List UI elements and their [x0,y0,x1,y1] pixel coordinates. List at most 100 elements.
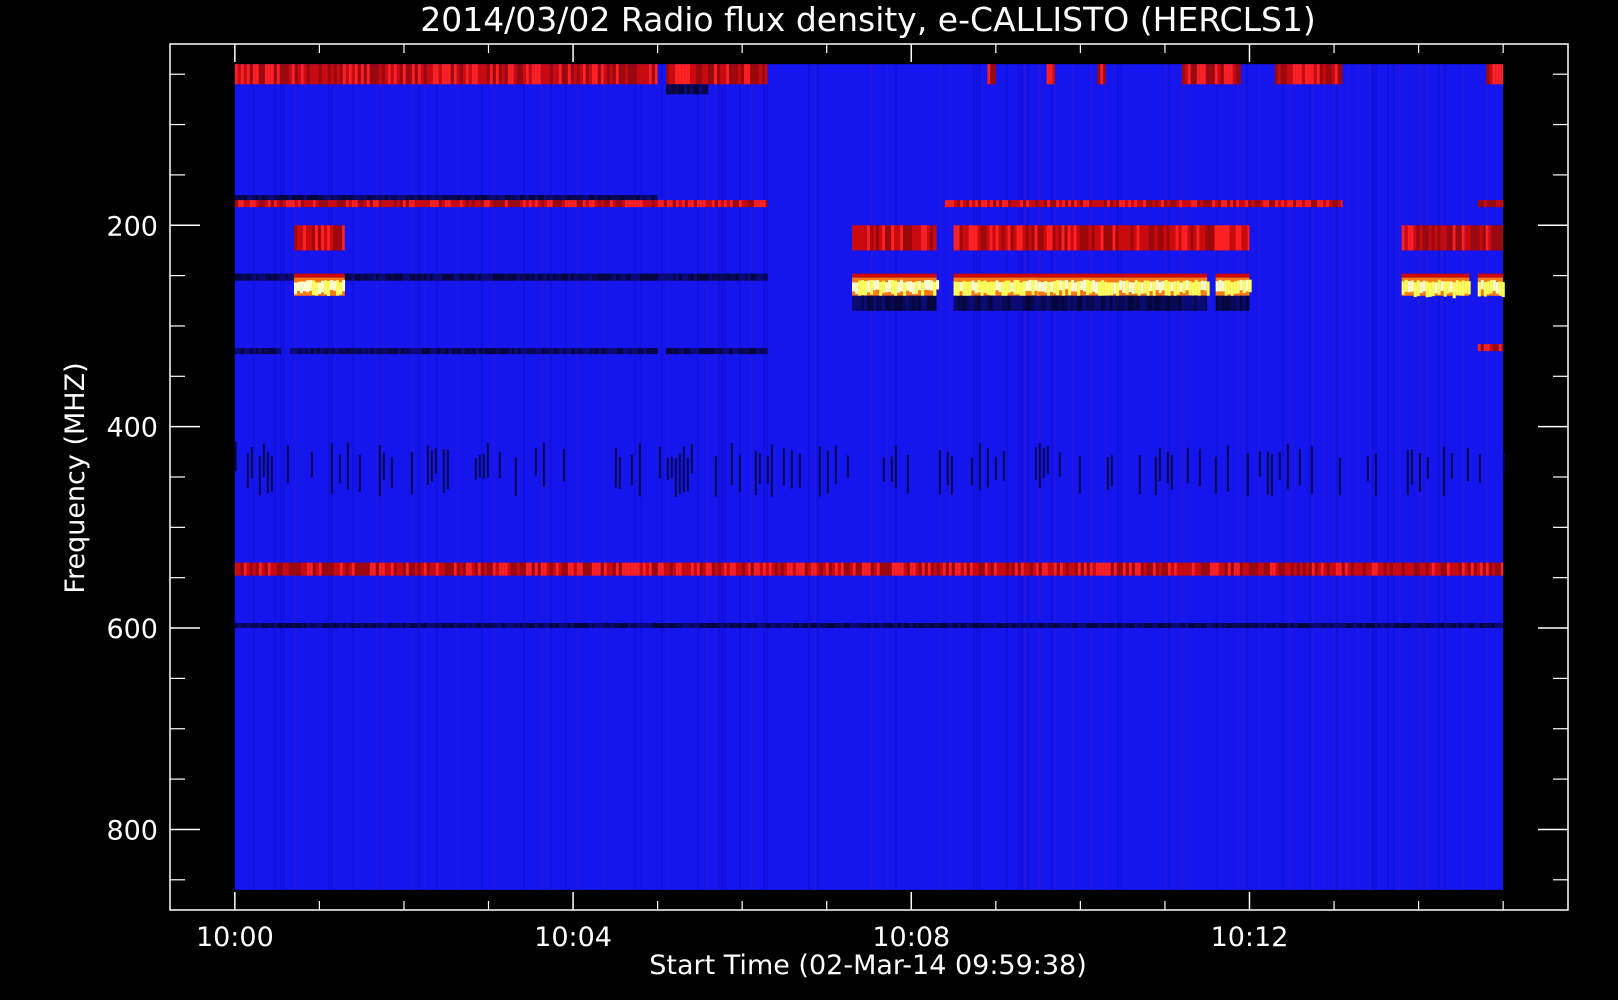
feature-stripe [559,348,563,355]
feature-stripe [714,348,718,355]
feature-stripe [420,195,424,201]
feature-stripe [705,64,709,85]
burst-stripe [1113,282,1117,294]
feature-stripe [1116,562,1120,576]
feature-stripe [672,64,676,85]
feature-stripe [576,195,580,201]
feature-stripe [288,195,292,201]
feature-stripe [720,273,724,281]
feature-stripe [1164,200,1168,208]
feature-stripe [810,562,814,576]
feature-stripe [378,562,382,576]
feature-stripe [726,623,730,629]
feature-stripe [429,273,433,281]
feature-stripe [255,273,259,281]
feature-stripe [1152,200,1156,208]
dark-streak [1042,447,1045,479]
feature-stripe [690,273,694,281]
feature-stripe [690,623,694,629]
texture-streak [282,64,285,890]
feature-stripe [678,623,682,629]
feature-stripe [1293,200,1297,208]
feature-stripe [1016,295,1020,311]
feature-stripe [522,623,526,629]
feature-stripe [675,562,679,576]
x-tick-label: 10:00 [196,922,274,953]
feature-stripe [444,195,448,201]
feature-stripe [989,295,993,311]
feature-stripe [441,273,445,281]
feature-stripe [762,623,766,629]
burst-stripe [1173,281,1177,298]
feature-stripe [1218,562,1222,576]
feature-stripe [867,225,871,251]
feature-stripe [399,64,403,85]
feature-stripe [1013,295,1017,311]
feature-stripe [705,348,709,355]
feature-stripe [732,273,736,281]
burst-stripe [1185,280,1189,291]
feature-stripe [1179,200,1183,208]
feature-stripe [924,562,928,576]
feature-stripe [672,562,676,576]
burst-stripe [1158,281,1162,294]
y-tick-label: 200 [106,211,158,242]
feature-stripe [1032,562,1036,576]
feature-stripe [1314,623,1318,629]
burst-stripe [1419,281,1423,294]
feature-stripe [1152,623,1156,629]
feature-stripe [1313,64,1317,85]
feature-stripe [603,623,607,629]
feature-stripe [348,273,352,281]
burst-stripe [900,279,904,292]
feature-stripe [402,64,406,85]
feature-stripe [288,273,292,281]
feature-stripe [717,348,721,355]
feature-stripe [426,273,430,281]
feature-stripe [1368,562,1372,576]
feature-stripe [1002,200,1006,208]
feature-stripe [1401,623,1405,629]
feature-stripe [579,64,583,85]
feature-stripe [522,64,526,85]
feature-stripe [258,200,262,208]
dark-streak [1058,452,1061,477]
dark-streak [1406,449,1409,496]
feature-stripe [345,562,349,576]
feature-stripe [630,562,634,576]
feature-stripe [684,562,688,576]
feature-stripe [1167,562,1171,576]
feature-stripe [1254,200,1258,208]
feature-stripe [828,562,832,576]
dark-streak [426,445,429,485]
feature-stripe [642,64,646,85]
feature-stripe [1347,562,1351,576]
burst-stripe [1164,280,1168,296]
feature-stripe [1071,623,1075,629]
burst-stripe [977,280,981,293]
feature-stripe [1175,295,1179,311]
burst-stripe [873,280,877,291]
feature-stripe [537,273,541,281]
feature-stripe [1371,562,1375,576]
feature-stripe [576,623,580,629]
feature-stripe [837,623,841,629]
feature-stripe [1299,562,1303,576]
feature-stripe [501,195,505,201]
feature-stripe [693,348,697,355]
feature-stripe [1395,623,1399,629]
feature-stripe [1092,562,1096,576]
feature-stripe [900,562,904,576]
feature-stripe [966,562,970,576]
feature-stripe [789,623,793,629]
burst-stripe [1140,282,1144,294]
feature-stripe [684,84,688,95]
feature-stripe [983,295,987,311]
feature-stripe [1158,562,1162,576]
feature-stripe [582,562,586,576]
feature-stripe [318,200,322,208]
feature-stripe [381,195,385,201]
feature-stripe [735,64,739,85]
feature-stripe [1449,562,1453,576]
feature-stripe [1062,562,1066,576]
